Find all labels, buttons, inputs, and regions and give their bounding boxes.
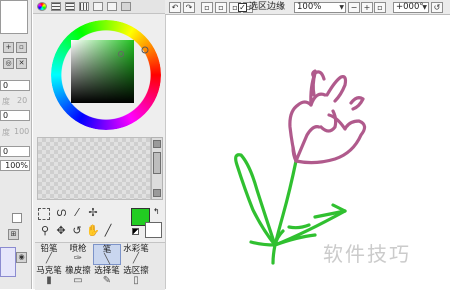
selection-edge-checkbox[interactable]: ✓ (238, 3, 247, 12)
pencil-icon: ╱ (45, 253, 53, 264)
rotate-icon[interactable]: ↺ (70, 224, 84, 238)
rect-select-icon[interactable] (38, 208, 50, 220)
pan-icon[interactable]: ✥ (54, 224, 68, 238)
selection-edge-label: 选区边缘 (249, 2, 286, 12)
ghost-label-3: 度 (2, 128, 10, 137)
layer-lock-icon[interactable]: ⊞ (8, 229, 19, 240)
color-wheel[interactable] (51, 20, 161, 130)
value-box-2[interactable]: 0 (0, 110, 30, 121)
ghost-label-4: 100 (14, 127, 30, 136)
pen-icon: ╲ (103, 254, 111, 265)
panel-menu-icon[interactable] (121, 2, 131, 11)
ghost-label-2: 20 (17, 96, 28, 105)
zoom-reset-icon[interactable]: ▫ (374, 2, 386, 13)
brush-marker[interactable]: 马克笔 ▮ (35, 266, 63, 287)
select-pen-icon: ✎ (102, 275, 112, 286)
undo-icon[interactable]: ↶ (169, 2, 181, 13)
zoom-dropdown-arrow-icon: ▼ (339, 4, 344, 11)
rotation-value: +000° (396, 2, 424, 12)
scratchpad-tab-icon[interactable] (93, 2, 103, 11)
marker-icon: ▮ (46, 275, 52, 286)
brush-select-pen[interactable]: 选择笔 ✎ (93, 266, 121, 287)
new-folder-icon[interactable]: ▫ (16, 42, 27, 53)
zoom-dropdown[interactable]: 100% ▼ (294, 2, 346, 13)
brush-texture-area[interactable] (37, 137, 151, 200)
zoom-in-icon[interactable]: + (361, 2, 373, 13)
select-eraser-icon: ▯ (133, 275, 139, 286)
merge-icon[interactable]: ◎ (3, 58, 14, 69)
value-box-1[interactable]: 0 (0, 80, 30, 91)
swatch-tab-icon[interactable] (79, 2, 89, 11)
left-side-panel: + ▫ ◎ ✕ 0 度 20 0 度 100 0 100% ⊞ ◉ (0, 0, 32, 289)
palette-tab-icon[interactable] (107, 2, 117, 11)
hsv-slider-tab-icon[interactable] (65, 2, 75, 11)
watermark-text: 软件技巧 (323, 242, 411, 266)
eyedropper-icon[interactable]: ╱ (101, 224, 115, 238)
layer-thumbnail[interactable] (0, 0, 28, 34)
watercolor-icon: ╱ (132, 253, 140, 264)
brush-pen-selected[interactable]: 笔 ╲ (93, 244, 121, 265)
airbrush-icon: ✑ (73, 253, 83, 264)
delete-layer-icon[interactable]: ✕ (16, 58, 27, 69)
zoom-icon[interactable]: ⚲ (38, 224, 52, 238)
secondary-color-swatch[interactable] (145, 222, 162, 238)
rotation-dropdown-arrow-icon: ▼ (422, 4, 427, 11)
deselect-icon[interactable]: ▫ (201, 2, 213, 13)
scroll-up-arrow-icon[interactable] (153, 140, 161, 148)
rotation-dropdown[interactable]: +000° ▼ (393, 2, 429, 13)
swap-colors-icon[interactable]: ↰ (153, 207, 160, 216)
invert-select-icon[interactable]: ▫ (215, 2, 227, 13)
lasso-icon[interactable]: ഗ (54, 206, 68, 220)
texture-scrollbar[interactable] (151, 137, 163, 200)
brush-airbrush[interactable]: 喷枪 ✑ (64, 244, 92, 265)
eraser-icon: ▭ (73, 275, 83, 286)
opacity-percent[interactable]: 100% (0, 160, 30, 171)
hand-icon[interactable]: ✋ (86, 224, 100, 238)
zoom-out-icon[interactable]: − (348, 2, 360, 13)
layer-visibility-icon[interactable]: ◉ (16, 252, 27, 263)
new-layer-icon[interactable]: + (3, 42, 14, 53)
redo-icon[interactable]: ↷ (183, 2, 195, 13)
brush-watercolor[interactable]: 水彩笔 ╱ (122, 244, 150, 265)
zoom-value: 100% (297, 2, 322, 12)
rotate-left-icon[interactable]: ↺ (431, 2, 443, 13)
scroll-thumb[interactable] (153, 152, 161, 174)
brush-select-eraser[interactable]: 选区擦 ▯ (122, 266, 150, 287)
move-icon[interactable]: ✢ (86, 206, 100, 220)
reset-colors-icon[interactable] (132, 228, 139, 235)
canvas-toolbar: ↶ ↷ ▫ ▫ ▫ ▫ ✓ 选区边缘 100% ▼ − + ▫ +000° ▼ … (165, 0, 450, 15)
layer-entry-selected[interactable] (0, 247, 16, 277)
tulip-flower (288, 69, 367, 165)
color-panel-tabs (33, 0, 165, 14)
brush-pencil[interactable]: 铅笔 ╱ (35, 244, 63, 265)
ghost-label-1: 度 (2, 97, 10, 106)
magic-wand-icon[interactable]: ⁄ (70, 206, 84, 220)
scroll-down-arrow-icon[interactable] (153, 189, 161, 197)
rgb-slider-tab-icon[interactable] (51, 2, 61, 11)
color-wheel-tab-icon[interactable] (37, 2, 47, 11)
layer-checkbox[interactable] (12, 213, 22, 223)
value-box-3[interactable]: 0 (0, 146, 30, 157)
brush-eraser[interactable]: 橡皮擦 ▭ (64, 266, 92, 287)
